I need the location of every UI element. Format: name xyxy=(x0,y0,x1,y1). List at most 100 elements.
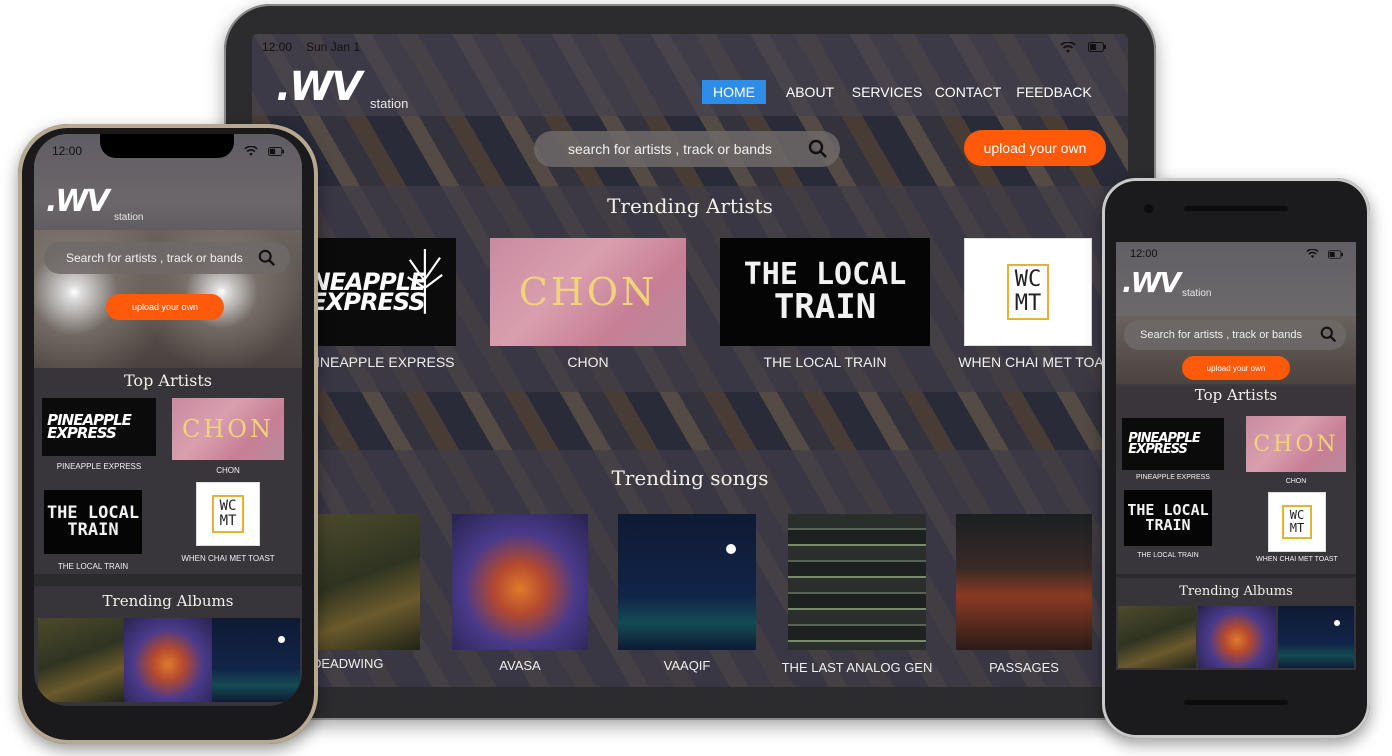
song-cover-vaaqif[interactable] xyxy=(618,514,756,650)
album-cover-avasa[interactable] xyxy=(124,618,212,702)
album-cover-deadwing[interactable] xyxy=(38,618,124,702)
search-input[interactable]: Search for artists , track or bands xyxy=(1124,320,1346,350)
song-cover-the-last-analog-gen[interactable] xyxy=(788,514,926,650)
artist-name[interactable]: PINEAPPLE EXPRESS xyxy=(1122,474,1224,481)
search-icon[interactable] xyxy=(258,249,276,267)
nav-about[interactable]: ABOUT xyxy=(780,80,840,104)
search-input[interactable]: Search for artists , track or bands xyxy=(44,242,290,274)
artist-card-when-chai-met-toast[interactable]: WC MT xyxy=(196,482,260,546)
phone-right-screen: 12:00 .WV station Search for artists , t… xyxy=(1116,242,1356,670)
song-name[interactable]: AVASA xyxy=(452,658,588,673)
artist-name[interactable]: CHON xyxy=(1246,478,1346,485)
wifi-icon xyxy=(1060,42,1076,53)
artist-card-chon[interactable]: CHON xyxy=(172,398,284,460)
trending-albums-title: Trending Albums xyxy=(102,592,234,610)
search-input[interactable]: search for artists , track or bands xyxy=(534,131,840,167)
album-cover-vaaqif[interactable] xyxy=(212,618,300,702)
search-placeholder: search for artists , track or bands xyxy=(568,141,772,157)
speaker-grille xyxy=(1184,206,1288,211)
song-name[interactable]: VAAQIF xyxy=(618,658,756,673)
logo-subtitle: station xyxy=(114,212,144,223)
trending-songs-title: Trending songs xyxy=(611,466,769,490)
artwork-text: TRAIN xyxy=(1145,516,1191,534)
logo-mark[interactable]: .WV xyxy=(276,64,362,110)
logo-mark[interactable]: .WV xyxy=(1122,266,1181,299)
artist-card-the-local-train[interactable]: THE LOCAL TRAIN xyxy=(720,238,930,346)
upload-button[interactable]: upload your own xyxy=(1182,356,1290,380)
moon-icon xyxy=(726,544,736,554)
logo-subtitle: station xyxy=(1182,288,1212,299)
nav-feedback[interactable]: FEEDBACK xyxy=(1016,80,1092,104)
wifi-icon xyxy=(244,146,258,156)
artist-card-the-local-train[interactable]: THE LOCAL TRAIN xyxy=(44,490,142,554)
trending-artists-title: Trending Artists xyxy=(607,194,773,218)
song-cover-passages[interactable] xyxy=(956,514,1092,650)
speaker-grille xyxy=(1184,700,1288,705)
album-cover-vaaqif[interactable] xyxy=(1278,606,1354,668)
status-time: 12:00 xyxy=(1130,248,1158,260)
nav-services[interactable]: SERVICES xyxy=(852,80,923,104)
status-time: 12:00 xyxy=(262,40,293,54)
search-icon[interactable] xyxy=(808,139,828,159)
logo-mark[interactable]: .WV xyxy=(46,184,110,219)
album-cover-avasa[interactable] xyxy=(1198,606,1276,668)
search-placeholder: Search for artists , track or bands xyxy=(66,251,243,265)
artist-card-the-local-train[interactable]: THE LOCAL TRAIN xyxy=(1124,490,1212,546)
moon-icon xyxy=(278,636,285,643)
artwork-text: WC xyxy=(219,497,237,514)
artist-card-when-chai-met-toast[interactable]: WC MT xyxy=(1268,492,1326,552)
artist-name[interactable]: THE LOCAL TRAIN xyxy=(1116,552,1220,559)
top-artists-title: Top Artists xyxy=(124,371,212,390)
tablet-screen: 12:00 Sun Jan 1 .WV station HOME ABOUT S… xyxy=(252,34,1128,687)
artist-name[interactable]: INEAPPLE EXPRESS xyxy=(292,354,482,370)
upload-button[interactable]: upload your own xyxy=(964,130,1106,166)
artwork-text: MT xyxy=(219,513,237,529)
nav-home[interactable]: HOME xyxy=(702,80,766,104)
logo-subtitle: station xyxy=(370,96,409,111)
top-artists-title: Top Artists xyxy=(1194,386,1278,404)
artwork-text: TRAIN xyxy=(773,287,877,327)
search-placeholder: Search for artists , track or bands xyxy=(1140,329,1303,341)
artist-card-chon[interactable]: CHON xyxy=(490,238,686,346)
artist-name[interactable]: WHEN CHAI MET TOAST xyxy=(172,554,284,563)
artist-name[interactable]: CHON xyxy=(490,354,686,370)
leaf-icon xyxy=(407,248,444,314)
artist-card-pineapple-express[interactable]: PINEAPPLE EXPRESS xyxy=(42,398,156,456)
phone-notch xyxy=(100,134,234,158)
moon-icon xyxy=(1334,620,1340,626)
wifi-icon xyxy=(1306,249,1319,259)
artwork-text: TRAIN xyxy=(67,520,119,540)
trending-albums-title: Trending Albums xyxy=(1179,584,1293,599)
song-cover-deadwing[interactable] xyxy=(316,514,420,650)
artwork-text: WC xyxy=(1014,266,1042,292)
artwork-text: CHON xyxy=(1253,431,1339,457)
artist-card-when-chai-met-toast[interactable]: WC MT xyxy=(964,238,1092,346)
artist-card-pineapple-express[interactable]: NEAPPLE EXPRESS xyxy=(310,238,456,346)
artwork-text: MT xyxy=(1289,521,1305,535)
artist-name[interactable]: THE LOCAL TRAIN xyxy=(720,354,930,370)
artist-name[interactable]: PINEAPPLE EXPRESS xyxy=(42,462,156,471)
nav-contact[interactable]: CONTACT xyxy=(934,80,1002,104)
artist-card-chon[interactable]: CHON xyxy=(1246,416,1346,472)
artist-name[interactable]: CHON xyxy=(172,466,284,475)
phone-left-screen: 12:00 .WV station Search for artists , t… xyxy=(34,134,302,706)
song-name[interactable]: DEADWING xyxy=(312,656,422,671)
status-time: 12:00 xyxy=(52,144,83,158)
artist-name[interactable]: WHEN CHAI MET TOAST xyxy=(1240,556,1354,563)
song-name[interactable]: PASSAGES xyxy=(956,660,1092,675)
artist-name[interactable]: THE LOCAL TRAIN xyxy=(34,562,152,571)
status-date: Sun Jan 1 xyxy=(306,40,361,54)
artist-card-pineapple-express[interactable]: PINEAPPLE EXPRESS xyxy=(1122,418,1224,470)
battery-icon xyxy=(1088,42,1106,52)
artwork-text: CHON xyxy=(518,270,658,314)
artwork-text: CHON xyxy=(182,415,274,443)
album-cover-deadwing[interactable] xyxy=(1118,606,1196,668)
battery-icon xyxy=(1328,250,1343,259)
battery-icon xyxy=(268,147,284,156)
song-cover-avasa[interactable] xyxy=(452,514,588,650)
search-icon[interactable] xyxy=(1320,326,1337,343)
artwork-text: MT xyxy=(1014,291,1042,316)
upload-button[interactable]: upload your own xyxy=(106,294,224,320)
artwork-text: THE LOCAL xyxy=(743,257,907,292)
song-name[interactable]: THE LAST ANALOG GEN xyxy=(772,660,942,675)
